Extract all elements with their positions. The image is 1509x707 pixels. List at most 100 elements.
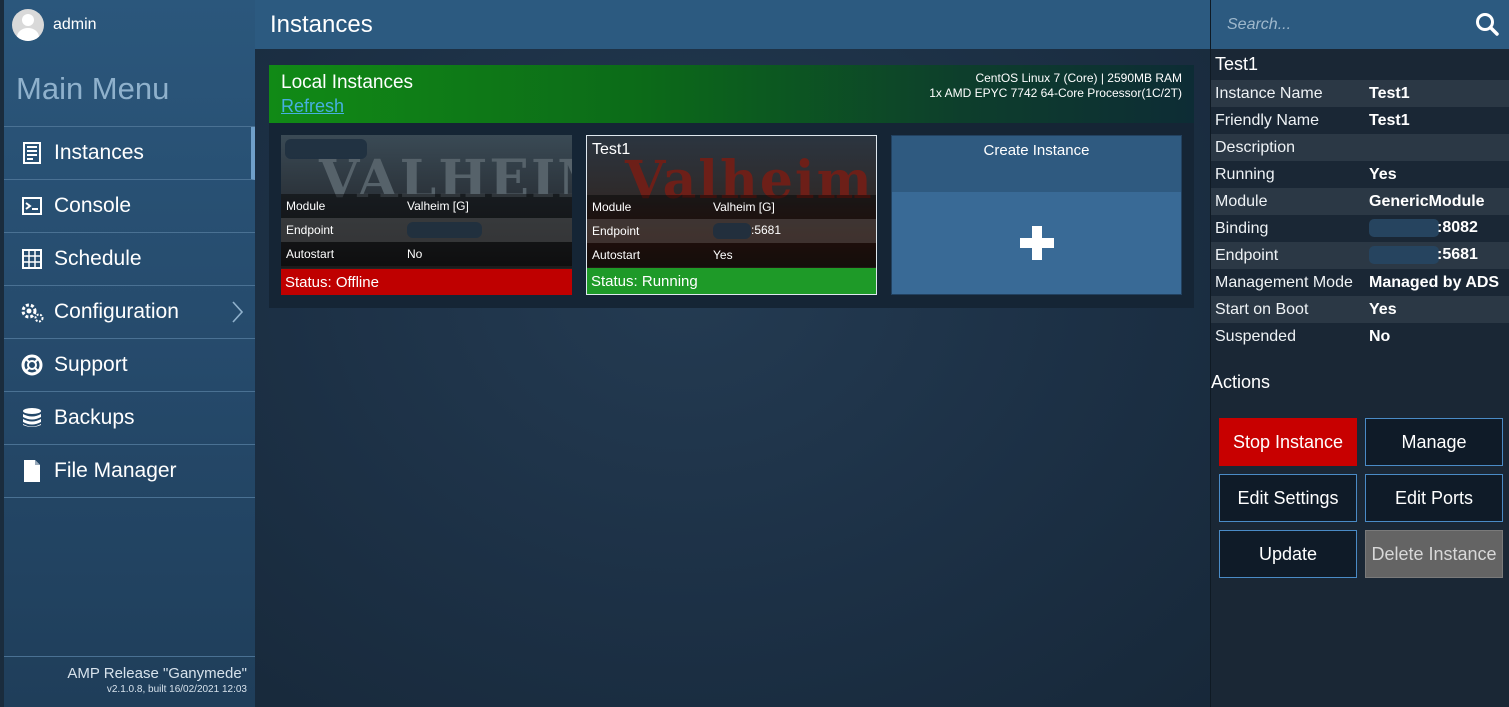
detail-value: Test1 — [1369, 111, 1410, 129]
user-bar[interactable]: admin — [4, 0, 255, 49]
version-build: v2.1.0.8, built 16/02/2021 12:03 — [106, 684, 247, 695]
stop-instance-button[interactable]: Stop Instance — [1219, 418, 1357, 466]
refresh-link[interactable]: Refresh — [281, 96, 344, 117]
binding-port: :8082 — [1437, 219, 1478, 237]
version-name: AMP Release "Ganymede" — [67, 665, 247, 682]
info-value — [407, 222, 572, 238]
info-key: Autostart — [286, 247, 335, 261]
instance-info-row: Endpoint — [281, 218, 572, 242]
instance-card[interactable]: VALHEIM Module Valheim [G] Endpoint Auto… — [281, 135, 572, 295]
instance-card[interactable]: Valheim Test1 Module Valheim [G] Endpoin… — [586, 135, 877, 295]
detail-row: Friendly Name Test1 — [1211, 107, 1509, 134]
system-info-os: CentOS Linux 7 (Core) | 2590MB RAM — [975, 71, 1182, 85]
detail-row: Instance Name Test1 — [1211, 80, 1509, 107]
edit-settings-button[interactable]: Edit Settings — [1219, 474, 1357, 522]
detail-row: Endpoint :5681 — [1211, 242, 1509, 269]
detail-key: Friendly Name — [1215, 111, 1320, 129]
sidebar-item-label: Schedule — [54, 247, 142, 270]
endpoint-port: :5681 — [1437, 246, 1478, 264]
instance-details-panel: Test1 Instance Name Test1 Friendly Name Te… — [1210, 0, 1509, 707]
info-key: Module — [286, 199, 326, 213]
instance-info-row: Module Valheim [G] — [587, 195, 876, 219]
sidebar-item-schedule[interactable]: Schedule — [4, 233, 255, 286]
schedule-icon — [20, 247, 44, 271]
manage-button[interactable]: Manage — [1365, 418, 1503, 466]
delete-instance-button[interactable]: Delete Instance — [1365, 530, 1503, 578]
sidebar-item-label: Console — [54, 194, 132, 217]
redacted-name — [285, 139, 367, 159]
detail-row: Management Mode Managed by ADS — [1211, 269, 1509, 296]
avatar[interactable] — [12, 8, 44, 41]
details-title: Test1 — [1215, 54, 1259, 74]
sidebar-item-backups[interactable]: Backups — [4, 392, 255, 445]
console-icon — [20, 194, 44, 218]
search-icon[interactable] — [1475, 12, 1499, 41]
detail-row: Running Yes — [1211, 161, 1509, 188]
info-value: Yes — [713, 248, 733, 262]
create-instance-label: Create Instance — [892, 136, 1181, 192]
detail-value: Managed by ADS — [1369, 273, 1500, 291]
detail-key: Instance Name — [1215, 84, 1323, 102]
plus-icon[interactable] — [892, 192, 1181, 294]
database-icon — [20, 406, 44, 430]
menu-title: Main Menu — [4, 49, 255, 127]
panel-header: Local Instances Refresh CentOS Linux 7 (… — [269, 65, 1194, 123]
instance-info: Module Valheim [G] Endpoint :5681 Autost… — [587, 195, 876, 267]
detail-value: :5681 — [1369, 246, 1509, 265]
create-instance-card[interactable]: Create Instance — [891, 135, 1182, 295]
lifebuoy-icon — [20, 353, 44, 377]
main-content: Instances Local Instances Refresh CentOS… — [255, 0, 1210, 707]
detail-row: Binding:8082 — [1211, 215, 1509, 242]
detail-row: Suspended No — [1211, 323, 1509, 350]
edit-ports-button[interactable]: Edit Ports — [1365, 474, 1503, 522]
status-badge: Status: Offline — [281, 269, 572, 295]
details-table: Instance Name Test1 Friendly Name Test1 De… — [1211, 80, 1509, 350]
info-key: Endpoint — [592, 224, 640, 238]
search-input[interactable] — [1227, 15, 1457, 34]
detail-value: Yes — [1369, 300, 1397, 318]
sidebar-item-configuration[interactable]: Configuration — [4, 286, 255, 339]
update-button[interactable]: Update — [1219, 530, 1357, 578]
sidebar-item-support[interactable]: Support — [4, 339, 255, 392]
detail-value: Yes — [1369, 165, 1397, 183]
sidebar-item-label: Configuration — [54, 300, 179, 323]
sidebar-item-label: Instances — [54, 141, 144, 164]
gears-icon — [20, 300, 44, 324]
detail-key: Suspended — [1215, 327, 1296, 345]
sidebar-item-label: File Manager — [54, 459, 177, 482]
redacted-ip — [1369, 246, 1439, 265]
sidebar: admin Main Menu Instances Console Schedu… — [0, 0, 255, 707]
instance-info-row: Autostart No — [281, 242, 572, 266]
file-icon — [20, 459, 44, 483]
instance-name: Test1 — [592, 141, 631, 158]
detail-key: Running — [1215, 165, 1275, 183]
detail-key: Endpoint — [1215, 246, 1279, 264]
instance-info-row: Module Valheim [G] — [281, 194, 572, 218]
info-key: Autostart — [592, 248, 641, 262]
instance-info-row: Endpoint :5681 — [587, 219, 876, 243]
search-bar — [1211, 0, 1509, 49]
detail-key: Management Mode — [1215, 273, 1353, 291]
detail-value: :8082 — [1369, 219, 1509, 238]
detail-row: Description — [1211, 134, 1509, 161]
instance-info: Module Valheim [G] Endpoint Autostart No — [281, 194, 572, 266]
sidebar-item-instances[interactable]: Instances — [4, 127, 255, 180]
detail-key: Module — [1215, 192, 1268, 210]
system-info-cpu: 1x AMD EPYC 7742 64-Core Processor(1C/2T… — [929, 86, 1182, 100]
instance-info-row: Autostart Yes — [587, 243, 876, 267]
sidebar-item-file-manager[interactable]: File Manager — [4, 445, 255, 498]
redacted-ip — [1369, 219, 1439, 238]
sidebar-item-console[interactable]: Console — [4, 180, 255, 233]
version-info: AMP Release "Ganymede" v2.1.0.8, built 1… — [4, 656, 255, 707]
info-value: Valheim [G] — [713, 200, 775, 214]
info-value: :5681 — [713, 223, 876, 239]
detail-value: Test1 — [1369, 84, 1410, 102]
info-key: Module — [592, 200, 632, 214]
endpoint-port: :5681 — [751, 223, 782, 238]
detail-value: GenericModule — [1369, 192, 1485, 210]
page-title: Instances — [270, 10, 373, 38]
detail-key: Description — [1215, 138, 1296, 156]
info-value: No — [407, 247, 423, 261]
local-instances-panel: Local Instances Refresh CentOS Linux 7 (… — [269, 65, 1194, 308]
system-info: CentOS Linux 7 (Core) | 2590MB RAM 1x AM… — [929, 71, 1182, 101]
